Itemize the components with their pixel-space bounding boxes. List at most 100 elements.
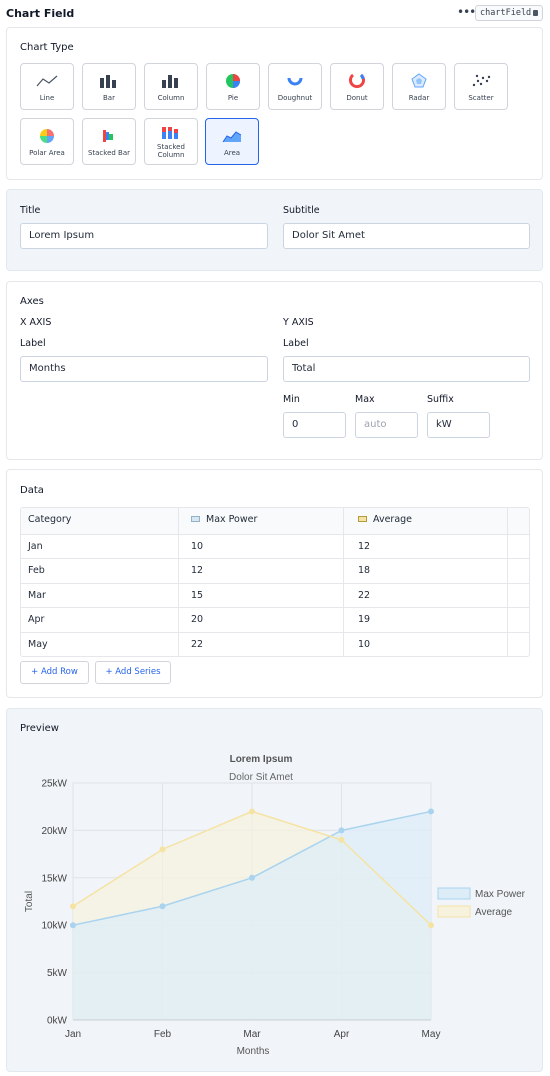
chart-type-radar[interactable]: Radar: [392, 63, 446, 110]
table-cell[interactable]: 10: [179, 535, 344, 559]
legend-swatch: [437, 905, 471, 918]
field-header: Chart Field ••• chartField: [0, 0, 550, 26]
column-header-series[interactable]: Average: [344, 508, 508, 534]
table-cell[interactable]: Jan: [21, 535, 179, 559]
y-tick-label: 15kW: [41, 873, 67, 884]
series-color-swatch[interactable]: [358, 516, 367, 522]
chart-type-bar[interactable]: Bar: [82, 63, 136, 110]
radar-chart-icon: [411, 73, 427, 88]
chart-type-line[interactable]: Line: [20, 63, 74, 110]
table-header-row: Category Max Power Average: [21, 508, 529, 534]
table-cell[interactable]: 12: [179, 559, 344, 583]
chart-type-column[interactable]: Column: [144, 63, 198, 110]
chart-type-stacked-bar[interactable]: Stacked Bar: [82, 118, 136, 165]
y-axis-label-label: Label: [283, 338, 309, 349]
data-point: [428, 922, 434, 929]
title-label: Title: [20, 205, 41, 216]
x-tick-label: May: [422, 1029, 441, 1040]
series-color-swatch[interactable]: [191, 516, 200, 522]
subtitle-input[interactable]: Dolor Sit Amet: [283, 223, 530, 249]
area-chart: 0kW 5kW 10kW 15kW 20kW 25kW Jan Feb Mar Apr May Lor…: [24, 754, 526, 1057]
chart-title: Lorem Ipsum: [230, 754, 293, 765]
add-row-button[interactable]: + Add Row: [20, 661, 89, 684]
table-cell[interactable]: 22: [179, 632, 344, 656]
chart-type-label: Bar: [103, 94, 115, 102]
table-header-spacer: [508, 508, 529, 534]
axes-panel: Axes X AXIS Label Months Y AXIS Label To…: [6, 281, 543, 460]
title-input[interactable]: Lorem Ipsum: [20, 223, 268, 249]
add-series-button[interactable]: + Add Series: [95, 661, 171, 684]
lock-icon: [533, 10, 539, 16]
table-cell[interactable]: 18: [344, 559, 508, 583]
table-row: Apr 20 19: [21, 607, 529, 632]
data-point: [70, 903, 76, 910]
bar-chart-icon: [100, 75, 116, 88]
chart-type-scatter[interactable]: Scatter: [454, 63, 508, 110]
y-axis-heading: Y AXIS: [283, 317, 314, 328]
table-cell[interactable]: Apr: [21, 608, 179, 632]
chart-type-label: Polar Area: [29, 149, 65, 157]
table-row: Jan 10 12: [21, 534, 529, 559]
data-point: [159, 846, 166, 853]
more-options-icon[interactable]: •••: [457, 5, 476, 19]
axes-title: Axes: [20, 296, 44, 307]
table-cell[interactable]: 12: [344, 535, 508, 559]
series-name: Average: [373, 514, 413, 525]
chart-type-label: Line: [39, 94, 55, 102]
data-point: [338, 836, 345, 843]
chart-type-stacked-column[interactable]: Stacked Column: [144, 118, 198, 165]
x-axis-label-label: Label: [20, 338, 46, 349]
y-axis-label-input[interactable]: Total: [283, 356, 530, 382]
field-key-text: chartField: [480, 8, 532, 18]
chart-type-donut[interactable]: Donut: [330, 63, 384, 110]
data-point: [159, 903, 166, 910]
y-max-input[interactable]: auto: [355, 412, 418, 438]
x-tick-label: Mar: [243, 1029, 261, 1040]
data-point: [428, 808, 434, 815]
data-title: Data: [20, 485, 44, 496]
chart-type-area[interactable]: Area: [205, 118, 259, 165]
column-header-category: Category: [21, 508, 179, 534]
donut-chart-icon: [349, 73, 365, 89]
chart-type-label: Doughnut: [277, 94, 313, 102]
row-actions-cell: [508, 535, 529, 558]
data-table: Category Max Power Average Jan 10 12 Feb…: [20, 507, 530, 657]
table-cell[interactable]: 20: [179, 608, 344, 632]
table-cell[interactable]: May: [21, 632, 179, 656]
column-header-series[interactable]: Max Power: [179, 508, 344, 534]
column-chart-icon: [162, 75, 178, 88]
y-suffix-input[interactable]: kW: [427, 412, 490, 438]
row-actions-cell: [508, 584, 529, 607]
stacked-bar-chart-icon: [103, 130, 113, 142]
stacked-column-chart-icon: [162, 127, 178, 139]
data-point: [338, 827, 345, 834]
chart-type-polar-area[interactable]: Polar Area: [20, 118, 74, 165]
data-panel: Data Category Max Power Average Jan 10 1…: [6, 469, 543, 698]
chart-type-pie[interactable]: Pie: [206, 63, 260, 110]
legend-label: Max Power: [475, 889, 526, 900]
chart-type-doughnut[interactable]: Doughnut: [268, 63, 322, 110]
y-suffix-label: Suffix: [427, 394, 454, 405]
x-tick-label: Apr: [334, 1029, 350, 1040]
row-actions-cell: [508, 608, 529, 631]
chart-type-label: Area: [223, 149, 241, 157]
table-cell[interactable]: 10: [344, 632, 508, 656]
data-point: [70, 922, 76, 929]
table-cell[interactable]: 22: [344, 583, 508, 608]
y-max-label: Max: [355, 394, 375, 405]
y-min-input[interactable]: 0: [283, 412, 346, 438]
y-min-label: Min: [283, 394, 300, 405]
doughnut-chart-icon: [287, 77, 303, 86]
table-cell[interactable]: 15: [179, 583, 344, 608]
data-point: [249, 808, 255, 815]
table-cell[interactable]: Mar: [21, 583, 179, 608]
chart-type-label: Pie: [227, 94, 239, 102]
table-row: May 22 10: [21, 631, 529, 656]
x-axis-label-input[interactable]: Months: [20, 356, 268, 382]
table-cell[interactable]: Feb: [21, 559, 179, 583]
chart-type-panel: Chart Type Line Bar Column Pie Doughnut …: [6, 27, 543, 180]
table-cell[interactable]: 19: [344, 608, 508, 632]
x-axis-heading: X AXIS: [20, 317, 52, 328]
chart-subtitle: Dolor Sit Amet: [229, 772, 293, 783]
line-chart-icon: [36, 75, 58, 87]
